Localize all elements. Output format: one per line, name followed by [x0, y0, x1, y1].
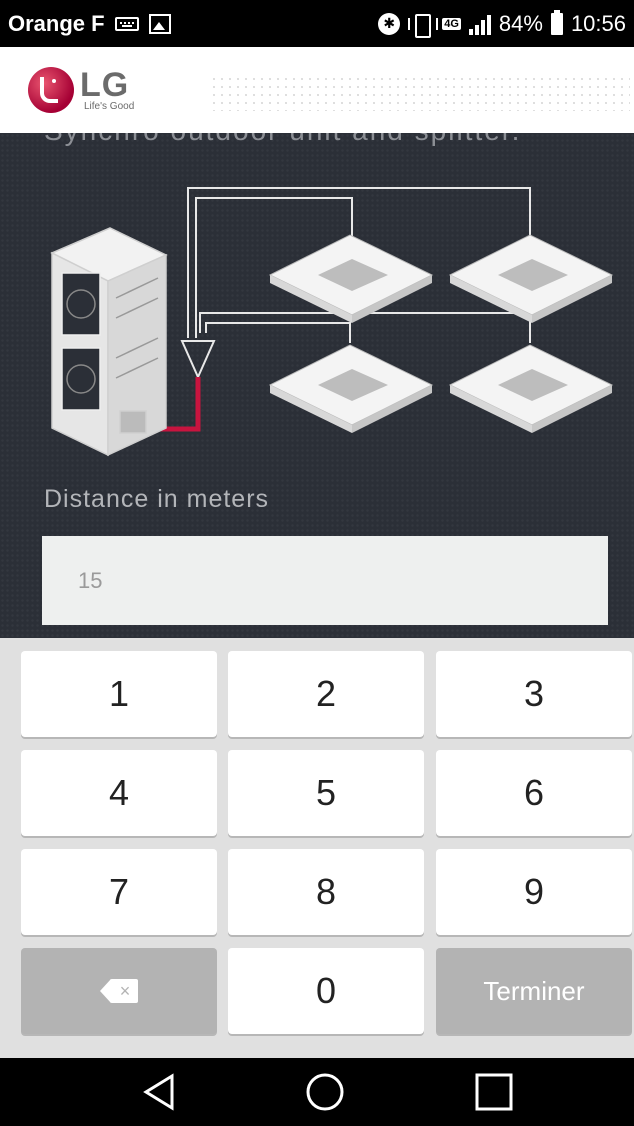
indoor-unit-bottom-middle-icon: [268, 344, 434, 433]
network-type-icon: 4G: [442, 17, 461, 30]
main-panel: Synchro outdoor unit and splitter.: [0, 133, 634, 638]
battery-percent: 84%: [498, 10, 543, 36]
outdoor-unit-icon: [50, 227, 168, 457]
numeric-keypad: 1 2 3 4 5 6 7 8 9 × 0 Terminer: [0, 638, 634, 1058]
key-4[interactable]: 4: [21, 750, 217, 836]
signal-icon: [468, 13, 491, 35]
key-8[interactable]: 8: [228, 849, 424, 935]
vibrate-icon: [408, 13, 439, 38]
splitter-icon: [180, 340, 216, 380]
terminer-button[interactable]: Terminer: [436, 948, 632, 1034]
brand-tagline: Life's Good: [84, 100, 135, 112]
app-header: LG Life's Good: [0, 47, 634, 133]
indoor-unit-top-middle-icon: [268, 234, 434, 323]
recents-icon[interactable]: [474, 1072, 514, 1112]
battery-icon: [550, 9, 563, 35]
backspace-button[interactable]: ×: [21, 948, 217, 1034]
back-icon[interactable]: [140, 1072, 180, 1112]
indoor-unit-bottom-right-icon: [448, 344, 614, 433]
key-7[interactable]: 7: [21, 849, 217, 935]
clock: 10:56: [570, 10, 626, 36]
indoor-unit-top-right-icon: [448, 234, 614, 323]
backspace-icon: ×: [100, 979, 138, 1003]
key-2[interactable]: 2: [228, 651, 424, 737]
keyboard-icon: [114, 16, 139, 31]
image-icon: [148, 13, 171, 34]
status-bar: Orange F ✱ 4G 84% 10:56: [0, 0, 634, 47]
key-5[interactable]: 5: [228, 750, 424, 836]
brand-name: LG: [80, 65, 130, 104]
distance-input[interactable]: 15: [42, 536, 608, 625]
key-1[interactable]: 1: [21, 651, 217, 737]
key-3[interactable]: 3: [436, 651, 632, 737]
bluetooth-icon: ✱: [378, 12, 401, 35]
section-heading: Synchro outdoor unit and splitter.: [44, 133, 521, 147]
distance-label: Distance in meters: [44, 485, 270, 513]
lg-face-icon: [28, 67, 74, 113]
key-6[interactable]: 6: [436, 750, 632, 836]
key-9[interactable]: 9: [436, 849, 632, 935]
header-dot-pattern: [210, 75, 630, 111]
home-icon[interactable]: [305, 1072, 345, 1112]
lg-logo: LG Life's Good: [28, 67, 134, 113]
key-0[interactable]: 0: [228, 948, 424, 1034]
carrier-name: Orange F: [8, 10, 105, 36]
navigation-bar: [0, 1058, 634, 1126]
system-diagram: [50, 187, 614, 457]
